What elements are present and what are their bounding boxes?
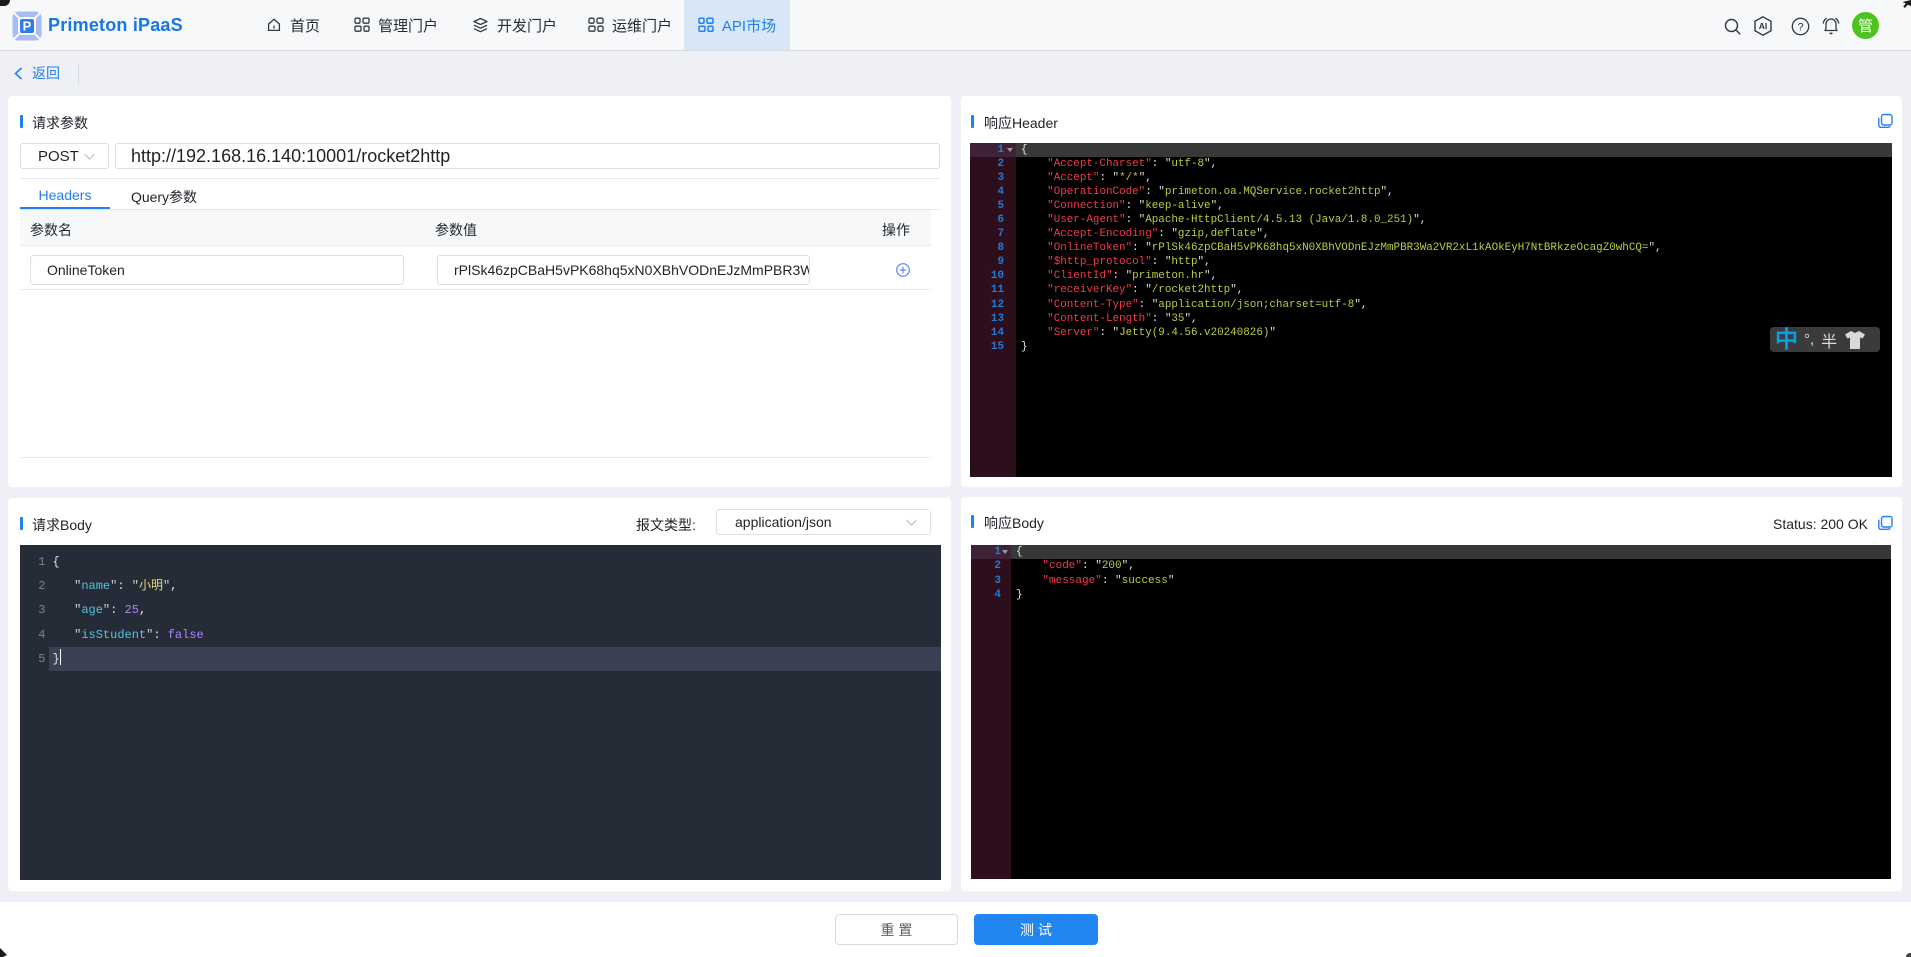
svg-text:?: ? (1797, 22, 1803, 34)
svg-text:P: P (23, 19, 32, 34)
svg-text:AI: AI (1759, 21, 1768, 31)
